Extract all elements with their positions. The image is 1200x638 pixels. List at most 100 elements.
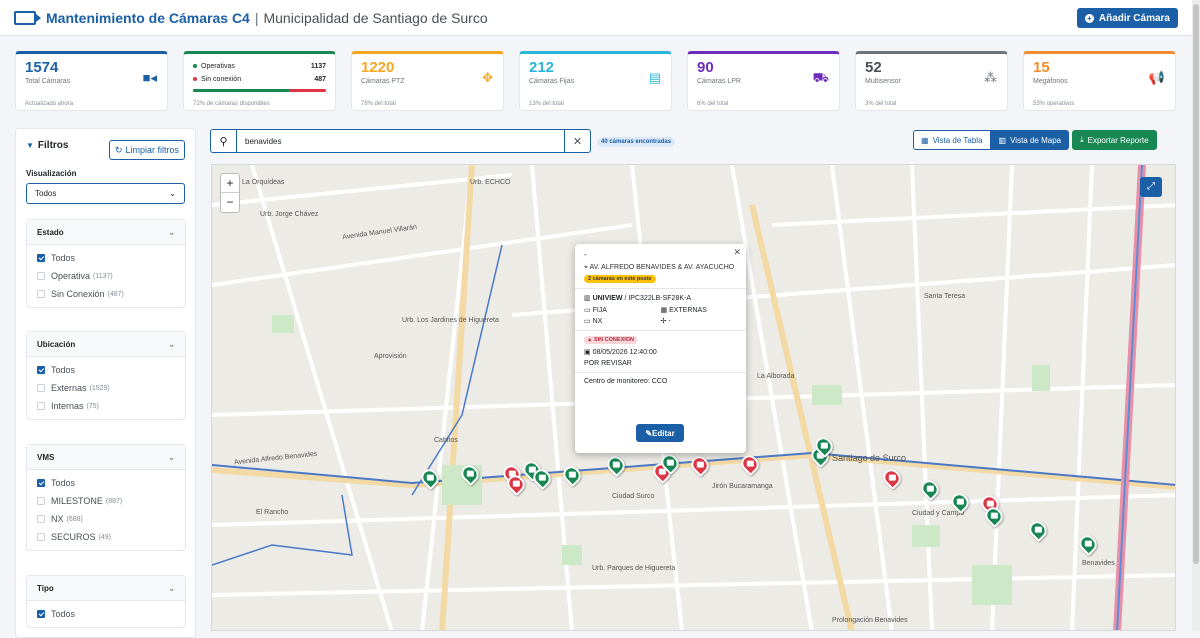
id-card-icon: ▤ [648, 70, 661, 85]
filter-group-header[interactable]: Ubicación ⌄ [27, 332, 185, 357]
checkbox[interactable] [37, 479, 45, 487]
map-view-button[interactable]: ▥ Vista de Mapa [990, 130, 1070, 150]
stat-label: Multisensor [865, 78, 901, 85]
group-title: Ubicación [37, 339, 76, 349]
stat-ptz: 1220 Cámaras PTZ ✥ 78% del total [351, 51, 504, 111]
app-title: Mantenimiento de Cámaras C4 [46, 9, 250, 26]
camera-type: ▭ FIJA [584, 306, 661, 314]
filter-option[interactable]: Externas (1529) [27, 379, 185, 397]
filter-group-vms: VMS ⌄ Todos MILESTONE (887) NX (688) SECURO… [26, 444, 186, 551]
type-text: FIJA [592, 307, 607, 314]
filter-option[interactable]: Todos [27, 605, 185, 623]
filter-option[interactable]: Todos [27, 474, 185, 492]
checkbox[interactable] [37, 384, 45, 392]
map-label: Cabitos [434, 437, 458, 444]
checkbox[interactable] [37, 254, 45, 262]
checkbox[interactable] [37, 515, 45, 523]
green-dot-icon [193, 64, 197, 69]
scrollbar-thumb[interactable] [1193, 4, 1199, 564]
checkbox[interactable] [37, 610, 45, 618]
stat-foot: 13% del total [529, 101, 564, 107]
map-label: Urb. ECHCO [470, 179, 511, 186]
edit-button[interactable]: ✎ Editar [636, 424, 684, 442]
red-dot-icon [193, 77, 197, 82]
map-label: La Orquídeas [242, 179, 285, 186]
pencil-icon: ✎ [645, 428, 653, 438]
map-label: Santa Teresa [924, 293, 966, 300]
filter-group-header[interactable]: Tipo ⌄ [27, 576, 185, 601]
camera-icon [14, 10, 41, 25]
operative-label: Operativas [201, 63, 235, 70]
clear-filters-button[interactable]: ↻ Limpiar filtros [108, 140, 185, 160]
map-label: El Rancho [256, 509, 289, 516]
checkbox[interactable] [37, 290, 45, 298]
stat-status: Operativas 1137 Sin conexión 487 72% de cá… [183, 51, 336, 111]
table-view-label: Vista de Tabla [932, 135, 983, 145]
stat-foot: Actualizado ahora [25, 101, 74, 107]
option-label: MILESTONE [51, 496, 103, 506]
filter-option[interactable]: Todos [27, 361, 185, 379]
option-label: Todos [51, 253, 76, 263]
option-label: Todos [51, 365, 76, 375]
search-input[interactable]: benavides [237, 137, 564, 146]
availability-fill [193, 89, 289, 92]
filter-option[interactable]: SECUROS (49) [27, 528, 185, 546]
divider [575, 372, 746, 373]
camera-location: ▦ EXTERNAS [661, 306, 738, 314]
search-icon[interactable]: ⚲ [211, 130, 237, 152]
map-view[interactable]: + − ⤢ La Orquídeas Urb. ECHCO Urb. Jorge… [211, 164, 1176, 631]
map-label: Aprovisión [374, 353, 407, 360]
option-label: NX [51, 514, 64, 524]
search-bar: ⚲ benavides ✕ [210, 129, 591, 153]
stat-value: 1574 [25, 59, 59, 76]
stat-foot: 78% del total [361, 101, 396, 107]
stat-operative-row: Operativas 1137 [193, 60, 326, 73]
checkbox[interactable] [37, 533, 45, 541]
zoom-out-button[interactable]: − [221, 193, 239, 212]
chevron-down-icon: ⌄ [169, 189, 176, 198]
filter-option[interactable]: NX (688) [27, 510, 185, 528]
stat-value: 52 [865, 59, 882, 76]
filter-option[interactable]: Todos [27, 249, 185, 267]
map-label: Ciudad y Campo [912, 510, 965, 517]
fullscreen-button[interactable]: ⤢ [1140, 177, 1162, 197]
checkbox[interactable] [37, 366, 45, 374]
checkbox[interactable] [37, 497, 45, 505]
vms-text: NX [592, 318, 603, 325]
checkbox[interactable] [37, 402, 45, 410]
filter-group-header[interactable]: Estado ⌄ [27, 220, 185, 245]
zoom-in-button[interactable]: + [221, 174, 239, 193]
add-camera-button[interactable]: + Añadir Cámara [1076, 8, 1178, 28]
monitor-center: Centro de monitoreo: CCO [584, 378, 668, 385]
filter-group-header[interactable]: VMS ⌄ [27, 445, 185, 470]
checkbox[interactable] [37, 272, 45, 280]
stat-label: Cámaras LPR [697, 78, 741, 85]
filter-option[interactable]: MILESTONE (887) [27, 492, 185, 510]
option-label: Internas [51, 401, 84, 411]
close-icon[interactable]: ✕ [733, 247, 741, 258]
warning-icon: ▲ [587, 337, 594, 343]
barcode-icon: ▥ [584, 295, 593, 302]
stat-multisensor: 52 Multisensor ⁂ 3% del total [855, 51, 1008, 111]
datetime-text: 08/05/2026 12:40:00 [592, 349, 657, 356]
stat-label: Cámaras Fijas [529, 78, 575, 85]
stat-foot: 6% del total [697, 101, 729, 107]
stat-label: Cámaras PTZ [361, 78, 405, 85]
move-arrows-icon: ✥ [482, 70, 493, 85]
map-icon: ▥ [998, 135, 1007, 145]
megaphone-icon: 📢 [1148, 70, 1165, 85]
option-count: (1529) [89, 384, 110, 392]
visualization-select[interactable]: Todos ⌄ [26, 183, 185, 204]
table-view-button[interactable]: ▦ Vista de Tabla [913, 130, 991, 150]
clear-search-icon[interactable]: ✕ [564, 130, 590, 152]
group-title: Estado [37, 227, 64, 237]
filter-option[interactable]: Internas (75) [27, 397, 185, 415]
offline-label: Sin conexión [201, 76, 242, 83]
filter-option[interactable]: Sin Conexión (487) [27, 285, 185, 303]
export-report-button[interactable]: ⤓ Exportar Reporte [1072, 130, 1157, 150]
offline-value: 487 [314, 76, 326, 83]
option-label: Externas [51, 383, 87, 393]
filter-option[interactable]: Operativa (1137) [27, 267, 185, 285]
stat-foot: 3% del total [865, 101, 897, 107]
page-scrollbar[interactable] [1192, 0, 1200, 631]
